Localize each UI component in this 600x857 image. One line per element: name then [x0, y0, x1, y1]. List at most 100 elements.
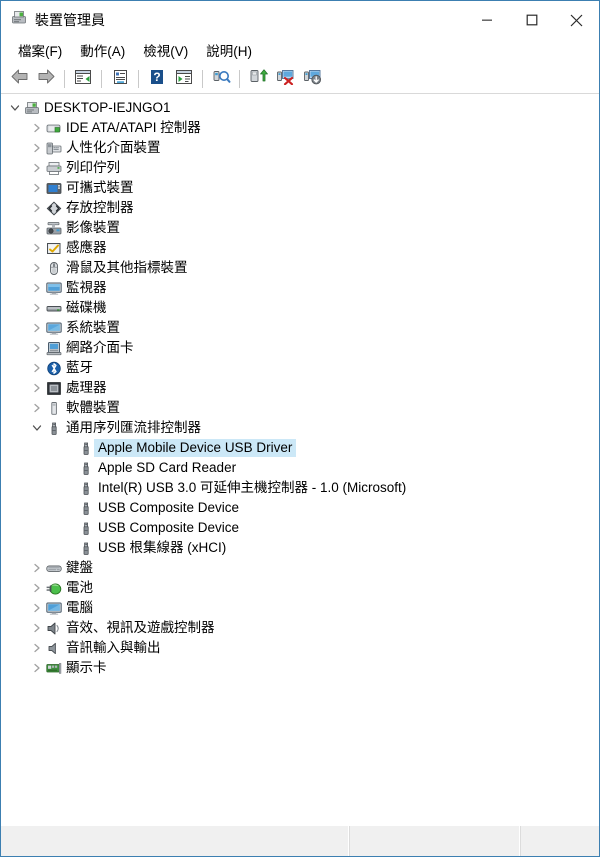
- tree-item-label: 音訊輸入與輸出: [66, 640, 161, 656]
- toolbar-separator: [101, 70, 102, 88]
- minimize-button[interactable]: [464, 1, 509, 39]
- svg-text:?: ?: [153, 70, 160, 84]
- chevron-right-icon[interactable]: [29, 200, 45, 216]
- chevron-right-icon[interactable]: [29, 360, 45, 376]
- tree-root-row[interactable]: DESKTOP-IEJNGO1: [1, 98, 599, 118]
- tree-item[interactable]: IDE ATA/ATAPI 控制器: [1, 118, 599, 138]
- tree-item-label: USB Composite Device: [98, 520, 240, 536]
- tree-item[interactable]: USB 根集線器 (xHCI): [1, 538, 599, 558]
- chevron-right-icon[interactable]: [29, 300, 45, 316]
- tree-item[interactable]: 音效、視訊及遊戲控制器: [1, 618, 599, 638]
- tree-item[interactable]: 列印佇列: [1, 158, 599, 178]
- chevron-right-icon[interactable]: [29, 240, 45, 256]
- chevron-right-icon[interactable]: [29, 640, 45, 656]
- toolbar-disable-device[interactable]: [299, 67, 325, 91]
- chevron-right-icon[interactable]: [29, 580, 45, 596]
- chevron-right-icon[interactable]: [29, 600, 45, 616]
- tree-item-label: USB Composite Device: [98, 500, 240, 516]
- chevron-right-icon[interactable]: [29, 260, 45, 276]
- tree-item[interactable]: 監視器: [1, 278, 599, 298]
- chevron-right-icon[interactable]: [29, 180, 45, 196]
- tree-item[interactable]: 影像裝置: [1, 218, 599, 238]
- chevron-right-icon[interactable]: [29, 140, 45, 156]
- tree-item[interactable]: 處理器: [1, 378, 599, 398]
- menu-help[interactable]: 說明(H): [197, 42, 261, 63]
- tree-item[interactable]: 磁碟機: [1, 298, 599, 318]
- imaging-device-icon: [45, 220, 63, 236]
- title-bar-left: 裝置管理員: [1, 9, 105, 31]
- tree-item-label: 電腦: [66, 600, 93, 616]
- mouse-icon: [45, 260, 63, 276]
- toolbar-update-driver[interactable]: [245, 67, 271, 91]
- chevron-right-icon[interactable]: [29, 280, 45, 296]
- chevron-right-icon[interactable]: [29, 340, 45, 356]
- print-queue-icon: [45, 160, 63, 176]
- chevron-down-icon[interactable]: [29, 420, 45, 436]
- toolbar-uninstall-device[interactable]: [272, 67, 298, 91]
- tree-item[interactable]: 軟體裝置: [1, 398, 599, 418]
- tree-item[interactable]: 網路介面卡: [1, 338, 599, 358]
- chevron-right-icon[interactable]: [29, 380, 45, 396]
- tree-item[interactable]: 電池: [1, 578, 599, 598]
- tree-item[interactable]: 音訊輸入與輸出: [1, 638, 599, 658]
- show-action-pane-icon: [175, 69, 193, 90]
- network-adapter-icon: [45, 340, 63, 356]
- tree-item[interactable]: Intel(R) USB 3.0 可延伸主機控制器 - 1.0 (Microso…: [1, 478, 599, 498]
- menu-view[interactable]: 檢視(V): [134, 42, 197, 63]
- portable-device-icon: [45, 180, 63, 196]
- chevron-right-icon[interactable]: [29, 660, 45, 676]
- maximize-button[interactable]: [509, 1, 554, 39]
- tree-item-label: 電池: [66, 580, 93, 596]
- tree-item[interactable]: 人性化介面裝置: [1, 138, 599, 158]
- tree-item[interactable]: USB Composite Device: [1, 518, 599, 538]
- chevron-right-icon[interactable]: [29, 320, 45, 336]
- toolbar-forward[interactable]: [33, 67, 59, 91]
- tree-children-container: IDE ATA/ATAPI 控制器人性化介面裝置 列印佇列可攜式裝置存放控制器 影像…: [1, 118, 599, 678]
- toolbar-action-pane[interactable]: [171, 67, 197, 91]
- tree-item[interactable]: USB Composite Device: [1, 498, 599, 518]
- window-controls: [464, 1, 599, 39]
- chevron-down-icon[interactable]: [7, 100, 23, 116]
- tree-item[interactable]: 電腦: [1, 598, 599, 618]
- usb-device-icon: [77, 460, 95, 476]
- toolbar-properties[interactable]: [107, 67, 133, 91]
- usb-device-icon: [77, 500, 95, 516]
- tree-item[interactable]: Apple Mobile Device USB Driver: [1, 438, 599, 458]
- tree-item-label: 顯示卡: [66, 660, 107, 676]
- device-tree[interactable]: DESKTOP-IEJNGO1 IDE ATA/ATAPI 控制器人性化介面裝置…: [1, 94, 599, 825]
- menu-action[interactable]: 動作(A): [71, 42, 134, 63]
- chevron-right-icon[interactable]: [29, 120, 45, 136]
- chevron-right-icon[interactable]: [29, 220, 45, 236]
- tree-item-label: 監視器: [66, 280, 107, 296]
- toolbar-separator: [202, 70, 203, 88]
- title-bar[interactable]: 裝置管理員: [1, 1, 599, 39]
- uninstall-device-icon: [276, 68, 295, 90]
- tree-item[interactable]: 滑鼠及其他指標裝置: [1, 258, 599, 278]
- scan-for-hardware-changes-icon: [212, 68, 231, 90]
- computer-tree-root-icon: [23, 100, 41, 116]
- chevron-right-icon[interactable]: [29, 160, 45, 176]
- toolbar-help[interactable]: ?: [144, 67, 170, 91]
- tree-item[interactable]: 鍵盤: [1, 558, 599, 578]
- system-device-icon: [45, 320, 63, 336]
- toolbar-console-tree[interactable]: [70, 67, 96, 91]
- tree-item[interactable]: 存放控制器: [1, 198, 599, 218]
- tree-item[interactable]: Apple SD Card Reader: [1, 458, 599, 478]
- tree-item-label: Apple SD Card Reader: [98, 460, 237, 476]
- tree-item[interactable]: 感應器: [1, 238, 599, 258]
- tree-item[interactable]: 可攜式裝置: [1, 178, 599, 198]
- toolbar-scan-hardware[interactable]: [208, 67, 234, 91]
- close-button[interactable]: [554, 1, 599, 39]
- tree-item[interactable]: 通用序列匯流排控制器: [1, 418, 599, 438]
- menu-file[interactable]: 檔案(F): [9, 42, 71, 63]
- status-pane-2: [350, 826, 521, 856]
- tree-item[interactable]: 藍牙: [1, 358, 599, 378]
- chevron-right-icon[interactable]: [29, 400, 45, 416]
- tree-item[interactable]: 系統裝置: [1, 318, 599, 338]
- chevron-right-icon[interactable]: [29, 620, 45, 636]
- tree-item-label: 可攜式裝置: [66, 180, 134, 196]
- tree-item-label: IDE ATA/ATAPI 控制器: [66, 120, 201, 136]
- chevron-right-icon[interactable]: [29, 560, 45, 576]
- toolbar-back[interactable]: [6, 67, 32, 91]
- tree-item[interactable]: 顯示卡: [1, 658, 599, 678]
